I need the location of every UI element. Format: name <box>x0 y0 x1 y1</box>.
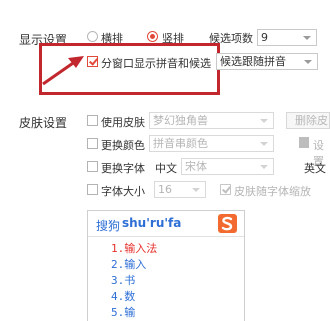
layout-vertical-radio[interactable] <box>147 31 158 42</box>
font-size-label: 字体大小 <box>101 185 145 198</box>
color-swatch[interactable] <box>299 137 309 148</box>
chevron-down-icon <box>260 165 268 169</box>
english-font-label: 英文 <box>304 162 326 175</box>
candidate-count-value: 9 <box>261 31 268 44</box>
chevron-down-icon <box>304 60 312 64</box>
layout-horizontal-radio[interactable] <box>87 31 98 42</box>
skin-settings-label: 皮肤设置 <box>19 116 68 130</box>
use-skin-checkbox[interactable] <box>87 115 98 126</box>
preview-brand: 搜狗 <box>96 219 121 233</box>
preview-pinyin: shu'ru'fa <box>122 216 182 230</box>
candidate-item[interactable]: 2.输入 <box>111 259 146 271</box>
candidate-count-select[interactable]: 9 <box>257 29 317 46</box>
skin-preview-panel: 搜狗 shu'ru'fa 1.输入法 2.输入 3.书 4.数 5.输 <box>87 210 245 321</box>
preview-input-row: 搜狗 shu'ru'fa <box>88 211 244 237</box>
font-size-value: 16 <box>158 183 172 196</box>
candidate-item[interactable]: 4.数 <box>111 291 135 303</box>
use-skin-value: 梦幻独角兽 <box>153 114 208 127</box>
chevron-down-icon <box>260 142 268 146</box>
change-color-select[interactable]: 拼音串颜色 <box>149 135 274 152</box>
use-skin-select[interactable]: 梦幻独角兽 <box>149 112 274 129</box>
candidate-item[interactable]: 3.书 <box>111 275 135 287</box>
annotation-arrow-icon <box>42 56 84 86</box>
sogou-logo-icon <box>218 214 237 233</box>
split-window-checkbox[interactable] <box>87 56 98 67</box>
chevron-down-icon <box>260 119 268 123</box>
candidate-item[interactable]: 1.输入法 <box>111 243 157 255</box>
candidate-follow-select[interactable]: 候选跟随拼音 <box>216 53 318 70</box>
font-size-checkbox[interactable] <box>87 184 98 195</box>
split-window-label: 分窗口显示拼音和候选 <box>101 57 211 70</box>
candidate-item[interactable]: 5.输 <box>111 307 135 319</box>
layout-horizontal-option[interactable]: 横排 <box>87 30 137 45</box>
chevron-down-icon <box>192 188 200 192</box>
change-font-checkbox[interactable] <box>87 161 98 172</box>
chinese-font-value: 宋体 <box>185 160 207 173</box>
change-font-label: 更换字体 <box>101 162 145 175</box>
candidate-follow-value: 候选跟随拼音 <box>220 55 286 68</box>
change-color-value: 拼音串颜色 <box>153 137 208 150</box>
font-size-select[interactable]: 16 <box>154 181 206 198</box>
chinese-font-select[interactable]: 宋体 <box>181 158 274 175</box>
chinese-font-label: 中文 <box>155 162 177 175</box>
scale-with-skin-checkbox[interactable] <box>220 184 231 195</box>
layout-vertical-option[interactable]: 竖排 <box>147 30 197 45</box>
chevron-down-icon <box>303 36 311 40</box>
use-skin-label: 使用皮肤 <box>101 116 145 129</box>
change-color-checkbox[interactable] <box>87 138 98 149</box>
delete-skin-button[interactable]: 删除皮 <box>286 112 330 129</box>
scale-with-skin-label: 皮肤随字体缩放 <box>234 185 311 198</box>
change-color-label: 更换颜色 <box>101 139 145 152</box>
